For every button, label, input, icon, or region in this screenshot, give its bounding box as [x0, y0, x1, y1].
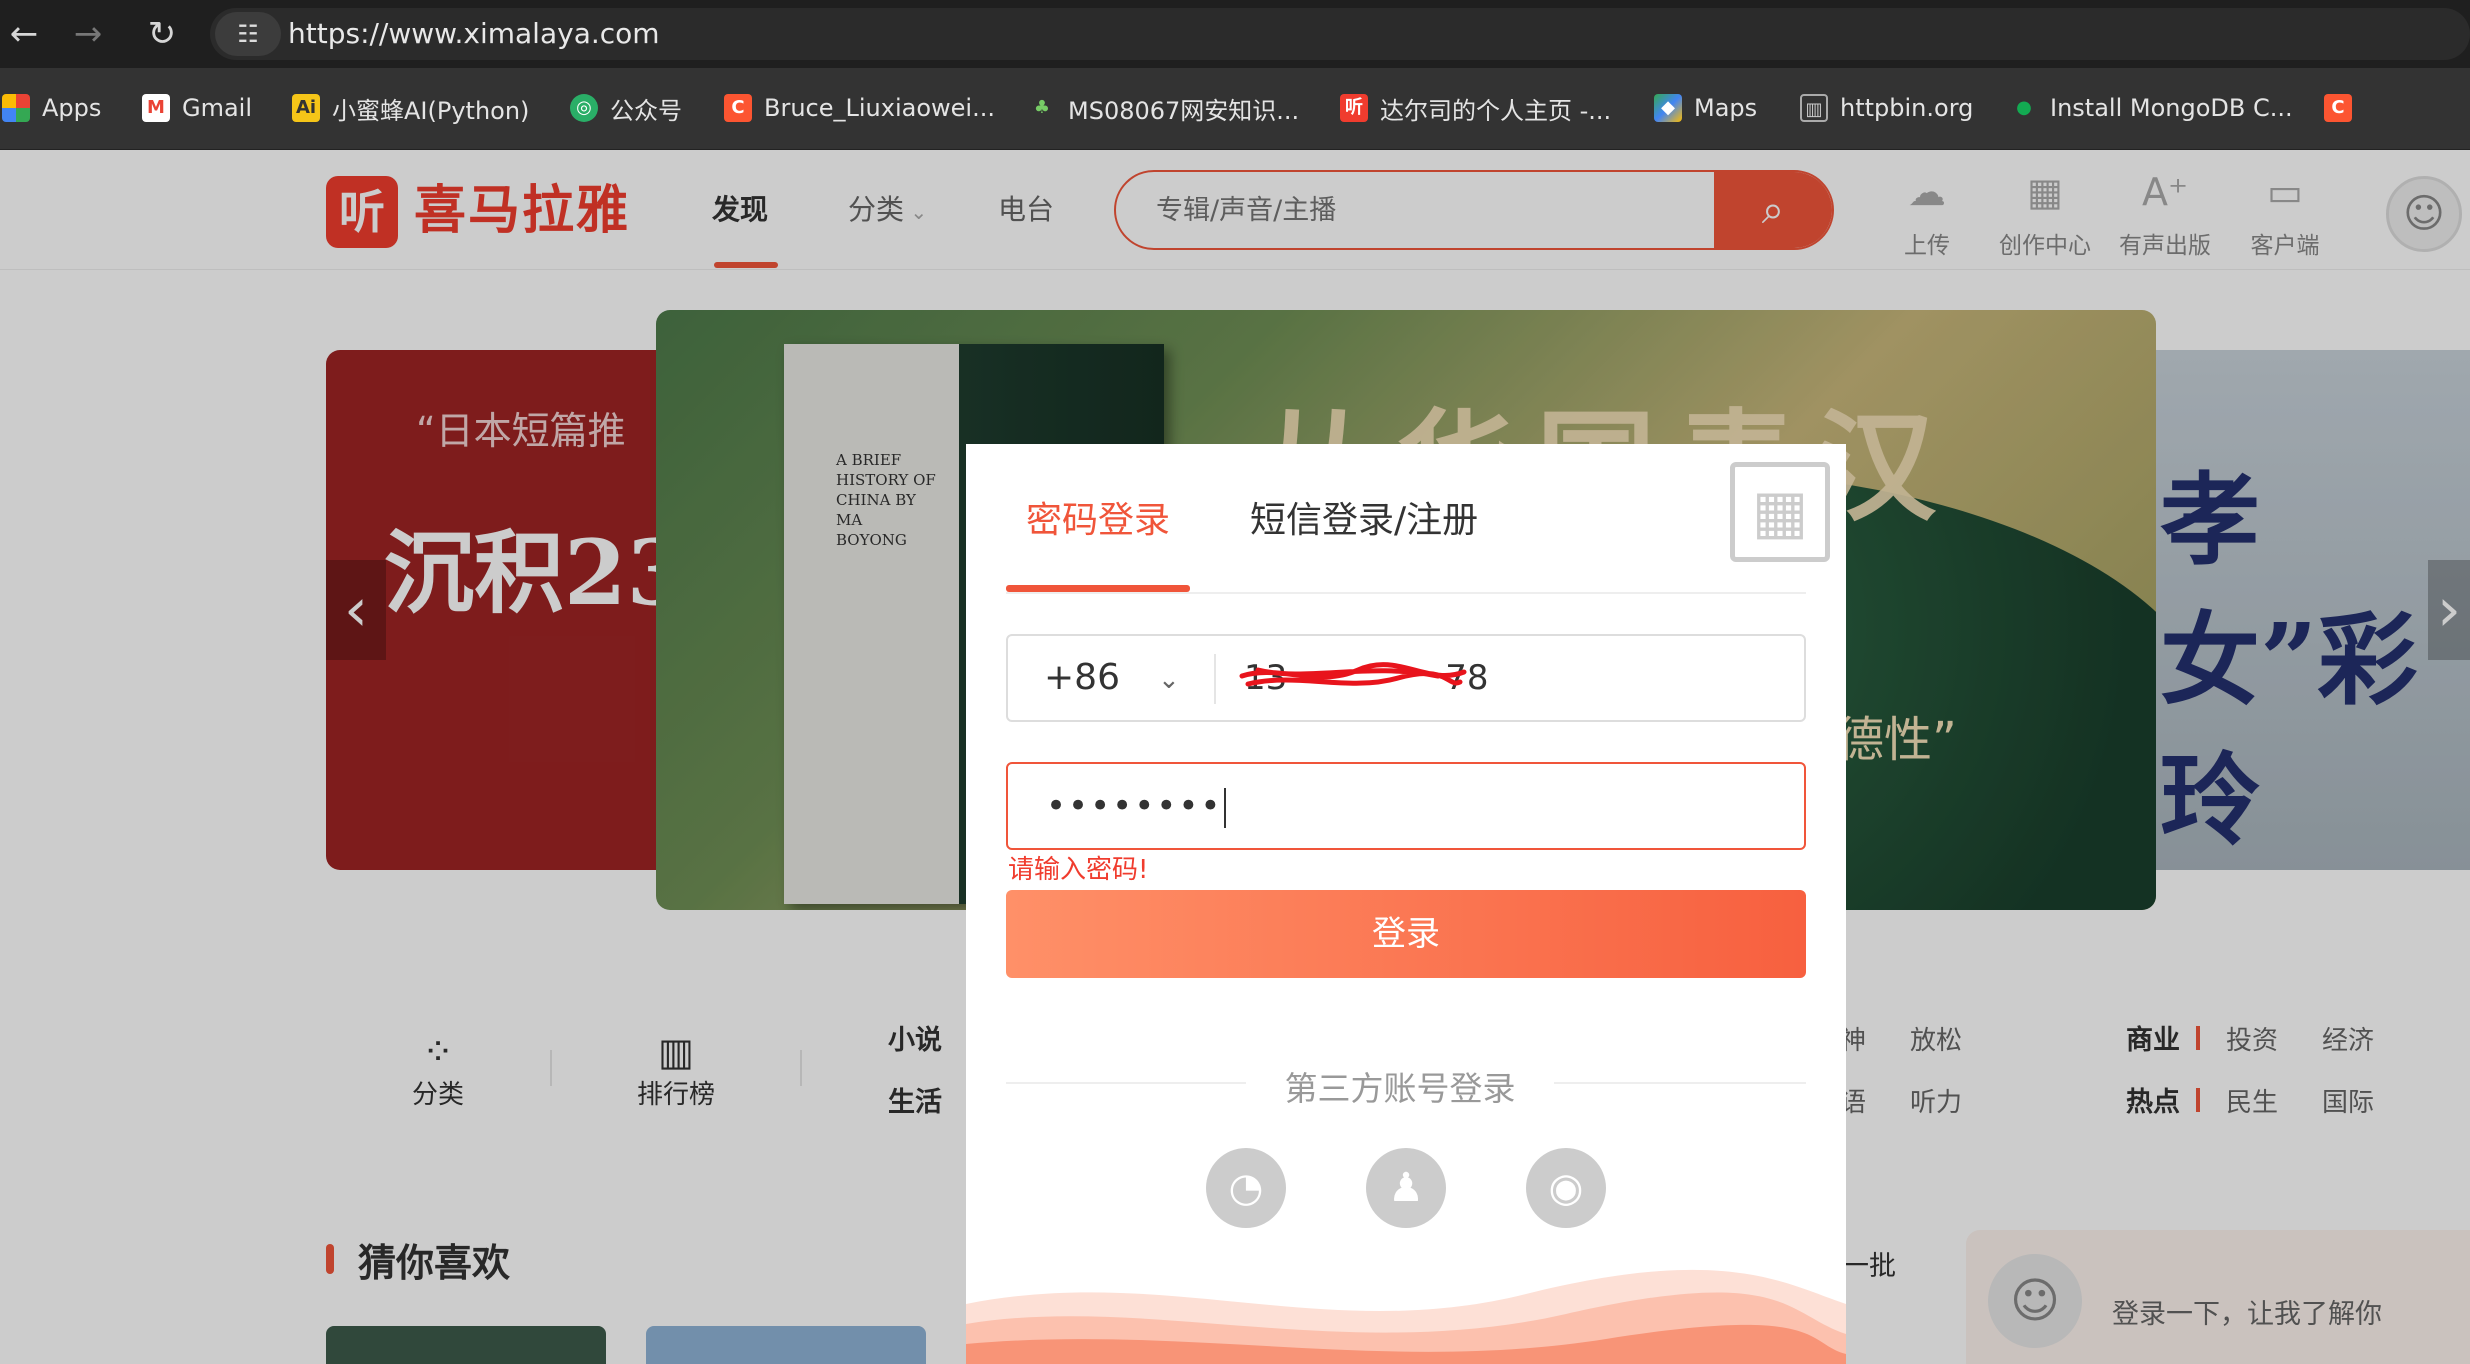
url-text[interactable]: https://www.ximalaya.com	[288, 15, 660, 53]
gmail-icon: M	[142, 94, 170, 122]
bookmark-label: 公众号	[610, 96, 682, 125]
plant-icon: ♣	[1033, 97, 1051, 118]
tab-divider	[1006, 592, 1806, 594]
wechat-icon[interactable]: ◔	[1206, 1148, 1286, 1228]
country-code-select[interactable]: +86	[1044, 656, 1120, 700]
trash-icon: ▥	[1800, 94, 1828, 122]
password-field: ••••••••	[1006, 762, 1806, 850]
qq-icon[interactable]: ♟	[1366, 1148, 1446, 1228]
bookmark-label: 小蜜蜂AI(Python)	[332, 96, 530, 125]
bookmark-label: Install MongoDB C...	[2050, 94, 2293, 122]
wechat-leaf-icon: ◎	[570, 94, 598, 122]
bookmark-csdn-2[interactable]: C	[2324, 80, 2364, 136]
bookmark-httpbin[interactable]: ▥ httpbin.org	[1800, 80, 1973, 136]
decorative-wave	[966, 1269, 1846, 1364]
apps-grid-icon	[2, 94, 30, 122]
tab-password-login[interactable]: 密码登录	[1026, 496, 1170, 546]
bookmark-gongzhonghao[interactable]: ◎ 公众号	[570, 80, 682, 136]
back-arrow-icon[interactable]: ←	[0, 10, 48, 58]
password-error-text: 请输入密码!	[1008, 855, 1149, 885]
password-input[interactable]: ••••••••	[1046, 778, 1746, 834]
site-info-icon[interactable]: ☷	[215, 12, 281, 56]
mongodb-icon: ●	[2016, 97, 2032, 118]
csdn-icon: C	[2324, 94, 2352, 122]
bookmark-label: MS08067网安知识...	[1068, 96, 1300, 125]
divider	[1214, 654, 1216, 704]
qr-code-icon[interactable]: ▦	[1730, 462, 1830, 562]
tab-active-underline	[1006, 585, 1190, 592]
bookmark-ai[interactable]: Ai 小蜜蜂AI(Python)	[292, 80, 529, 136]
phone-field: +86 ⌄ 13 78	[1006, 634, 1806, 722]
ximalaya-icon: 听	[1340, 94, 1368, 122]
login-button[interactable]: 登录	[1006, 890, 1806, 978]
csdn-icon: C	[724, 94, 752, 122]
weibo-icon[interactable]: ◉	[1526, 1148, 1606, 1228]
bookmark-ms08067[interactable]: ♣ MS08067网安知识...	[1028, 80, 1299, 136]
bookmark-apps[interactable]: Apps	[2, 80, 101, 136]
divider	[1006, 1082, 1246, 1084]
password-value: ••••••••	[1046, 786, 1223, 826]
forward-arrow-icon[interactable]: →	[64, 10, 112, 58]
bookmark-label: httpbin.org	[1840, 94, 1974, 122]
bookmark-csdn[interactable]: C Bruce_Liuxiaowei...	[724, 80, 995, 136]
chevron-down-icon[interactable]: ⌄	[1158, 660, 1180, 700]
bookmark-label: Maps	[1694, 94, 1758, 122]
login-modal: ▦ 密码登录 短信登录/注册 +86 ⌄ 13 78 •••••••• 请输入密码…	[966, 444, 1846, 1364]
bookmark-ximalaya[interactable]: 听达尔司的个人主页 -...	[1340, 80, 1611, 136]
bookmark-maps[interactable]: ◆ Maps	[1654, 80, 1757, 136]
bookmark-label: Apps	[42, 94, 102, 122]
ai-icon: Ai	[292, 94, 320, 122]
tab-sms-login[interactable]: 短信登录/注册	[1250, 496, 1478, 546]
bookmark-label: Bruce_Liuxiaowei...	[764, 94, 995, 122]
bookmark-gmail[interactable]: M Gmail	[142, 80, 252, 136]
bookmark-mongodb[interactable]: ● Install MongoDB C...	[2010, 80, 2293, 136]
bookmark-label: 达尔司的个人主页 -...	[1380, 96, 1612, 125]
text-cursor	[1224, 787, 1227, 828]
third-party-login-label: 第三方账号登录	[1284, 1069, 1516, 1108]
redaction-scribble	[1239, 662, 1467, 687]
divider	[1554, 1082, 1806, 1084]
maps-icon: ◆	[1654, 94, 1682, 122]
reload-icon[interactable]: ↻	[138, 10, 186, 58]
bookmark-label: Gmail	[182, 94, 253, 122]
